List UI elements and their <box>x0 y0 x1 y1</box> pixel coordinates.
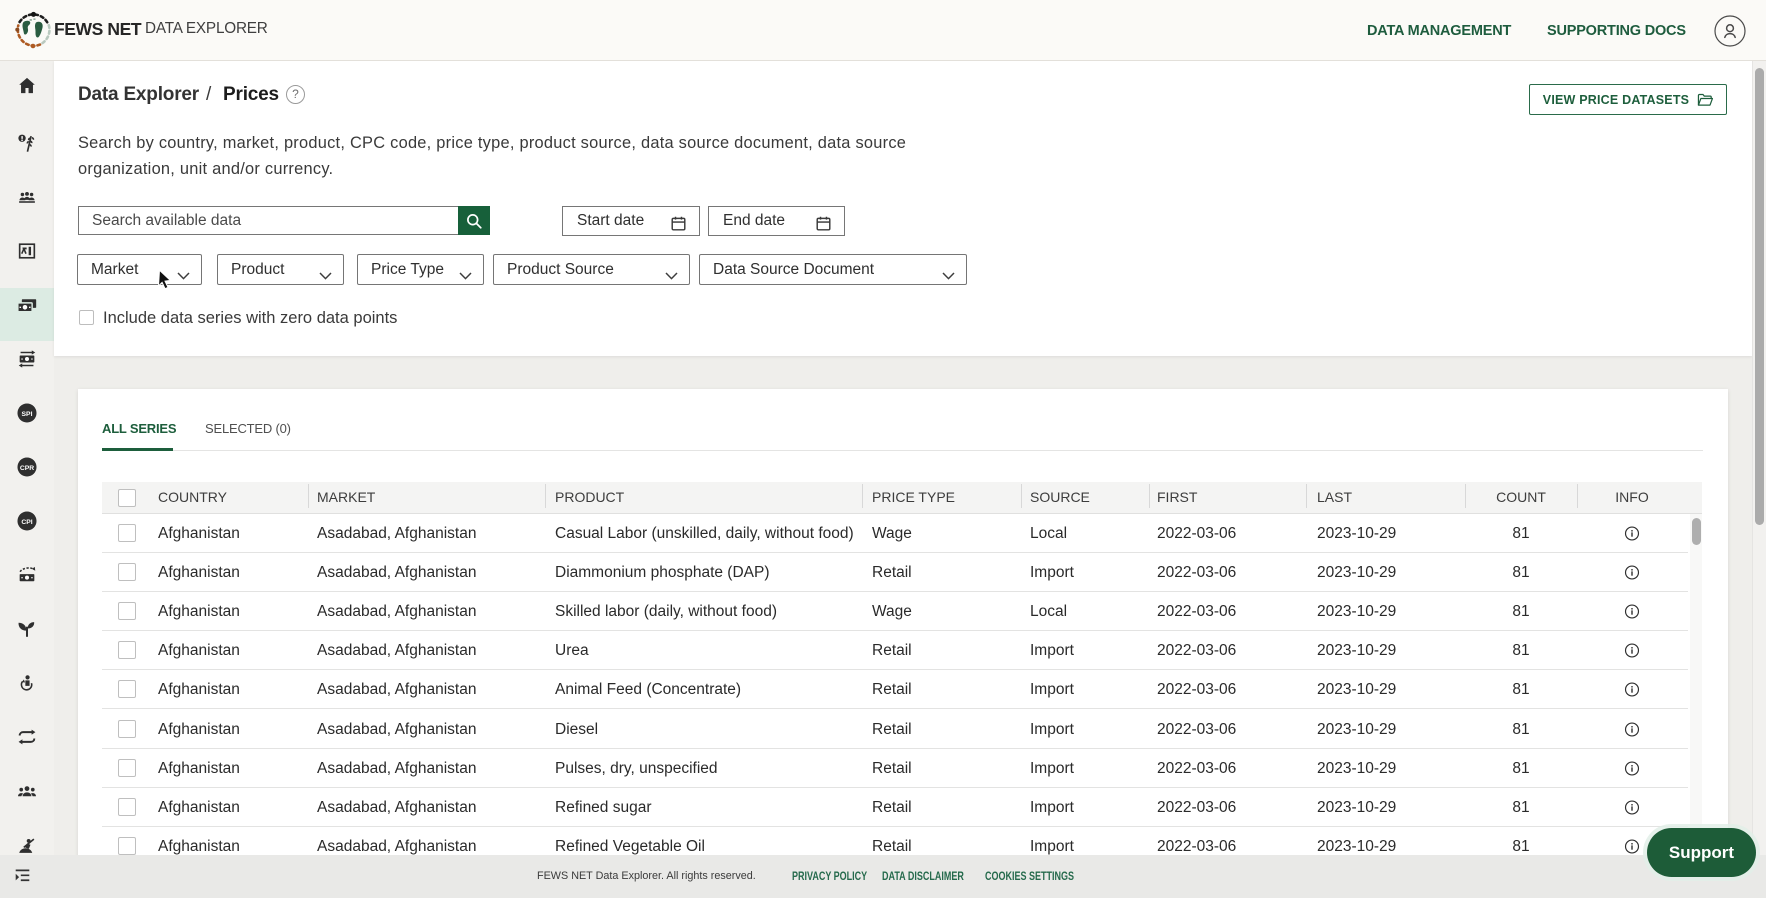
svg-text:CPI: CPI <box>21 519 32 526</box>
svg-text:SPI: SPI <box>22 411 33 418</box>
svg-text:CPR: CPR <box>20 465 34 472</box>
